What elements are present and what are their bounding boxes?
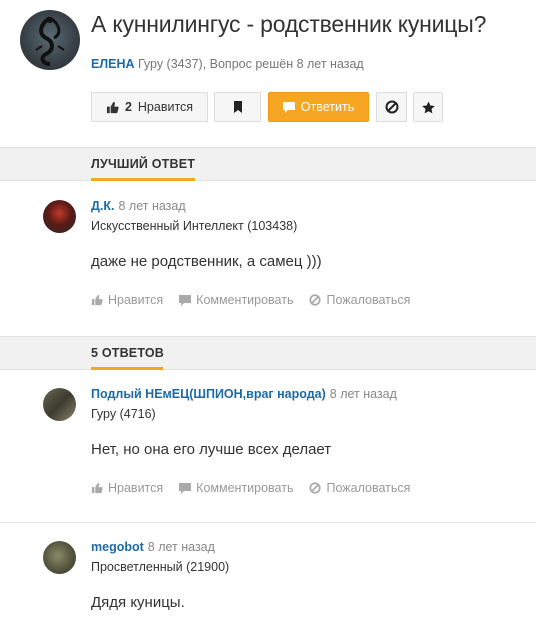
- report-action-label: Пожаловаться: [326, 481, 411, 495]
- question-author-link[interactable]: ЕЛЕНА: [91, 57, 135, 71]
- answer-time: 8 лет назад: [147, 540, 215, 554]
- question-author-status: Гуру (3437), Вопрос решён 8 лет назад: [137, 57, 364, 71]
- best-answer-rank: Искусственный Интеллект (103438): [91, 219, 298, 233]
- answer-avatar[interactable]: [43, 388, 76, 421]
- best-answer-label: ЛУЧШИЙ ОТВЕТ: [91, 157, 196, 171]
- answer-label: Ответить: [300, 100, 355, 114]
- question-title: А куннилингус - родственник куницы?: [91, 11, 487, 37]
- comment-icon: [179, 482, 192, 494]
- star-icon: [421, 100, 435, 114]
- answer-time: 8 лет назад: [329, 387, 397, 401]
- report-action[interactable]: Пожаловаться: [309, 481, 410, 495]
- avatar-dragon-emblem: [35, 16, 65, 66]
- question-meta: ЕЛЕНА Гуру (3437), Вопрос решён 8 лет на…: [91, 57, 364, 71]
- like-count: 2: [124, 100, 132, 114]
- like-action[interactable]: Нравится: [91, 293, 163, 307]
- like-action[interactable]: Нравится: [91, 481, 163, 495]
- best-answer-author[interactable]: Д.К. 8 лет назад: [91, 199, 186, 213]
- like-button[interactable]: 2 Нравится: [91, 92, 208, 122]
- thumbs-up-icon: [106, 101, 119, 114]
- section-underline: [91, 178, 195, 181]
- block-icon: [385, 100, 399, 114]
- answer-author-name[interactable]: Подлый НЕмЕЦ(ШПИОН,враг народа): [91, 387, 326, 401]
- section-underline: [91, 367, 163, 370]
- answer-text: Дядя куницы.: [91, 594, 185, 611]
- comment-action[interactable]: Комментировать: [179, 481, 293, 495]
- answer-author[interactable]: Подлый НЕмЕЦ(ШПИОН,враг народа) 8 лет наз…: [91, 387, 397, 401]
- like-action-label: Нравится: [108, 293, 164, 307]
- favorite-button[interactable]: [413, 92, 443, 122]
- answer-divider: [0, 522, 536, 523]
- best-answer-text: даже не родственник, а самец ))): [91, 253, 322, 270]
- comment-action-label: Комментировать: [196, 481, 294, 495]
- comment-icon: [179, 294, 192, 306]
- answers-count-label: 5 ОТВЕТОВ: [91, 346, 165, 360]
- bookmark-icon: [233, 101, 243, 113]
- answer-author-name[interactable]: megobot: [91, 540, 144, 554]
- answer-author[interactable]: megobot 8 лет назад: [91, 540, 215, 554]
- answer-text: Нет, но она его лучше всех делает: [91, 441, 332, 458]
- bookmark-button[interactable]: [214, 92, 261, 122]
- best-answer-header: ЛУЧШИЙ ОТВЕТ: [0, 147, 536, 181]
- speech-bubble-icon: [282, 101, 295, 113]
- like-action-label: Нравится: [108, 481, 164, 495]
- report-action[interactable]: Пожаловаться: [309, 293, 410, 307]
- thumbs-up-icon: [91, 482, 103, 494]
- thumbs-up-icon: [91, 294, 103, 306]
- best-answer-time: 8 лет назад: [118, 199, 186, 213]
- answer-rank: Просветленный (21900): [91, 560, 230, 574]
- best-answer-author-name[interactable]: Д.К.: [91, 199, 114, 213]
- answer-rank: Гуру (4716): [91, 407, 156, 421]
- comment-action-label: Комментировать: [196, 293, 294, 307]
- answer-avatar[interactable]: [43, 541, 76, 574]
- answer-button[interactable]: Ответить: [268, 92, 369, 122]
- answer-actions: Нравится Комментировать Пожаловаться: [91, 481, 426, 495]
- report-icon: [309, 482, 322, 494]
- comment-action[interactable]: Комментировать: [179, 293, 293, 307]
- report-icon: [309, 294, 322, 306]
- like-label: Нравится: [137, 100, 194, 114]
- block-button[interactable]: [376, 92, 407, 122]
- best-answer-avatar[interactable]: [43, 200, 76, 233]
- question-author-avatar[interactable]: [20, 10, 80, 70]
- best-answer-actions: Нравится Комментировать Пожаловаться: [91, 293, 426, 307]
- report-action-label: Пожаловаться: [326, 293, 411, 307]
- answers-header: 5 ОТВЕТОВ: [0, 336, 536, 370]
